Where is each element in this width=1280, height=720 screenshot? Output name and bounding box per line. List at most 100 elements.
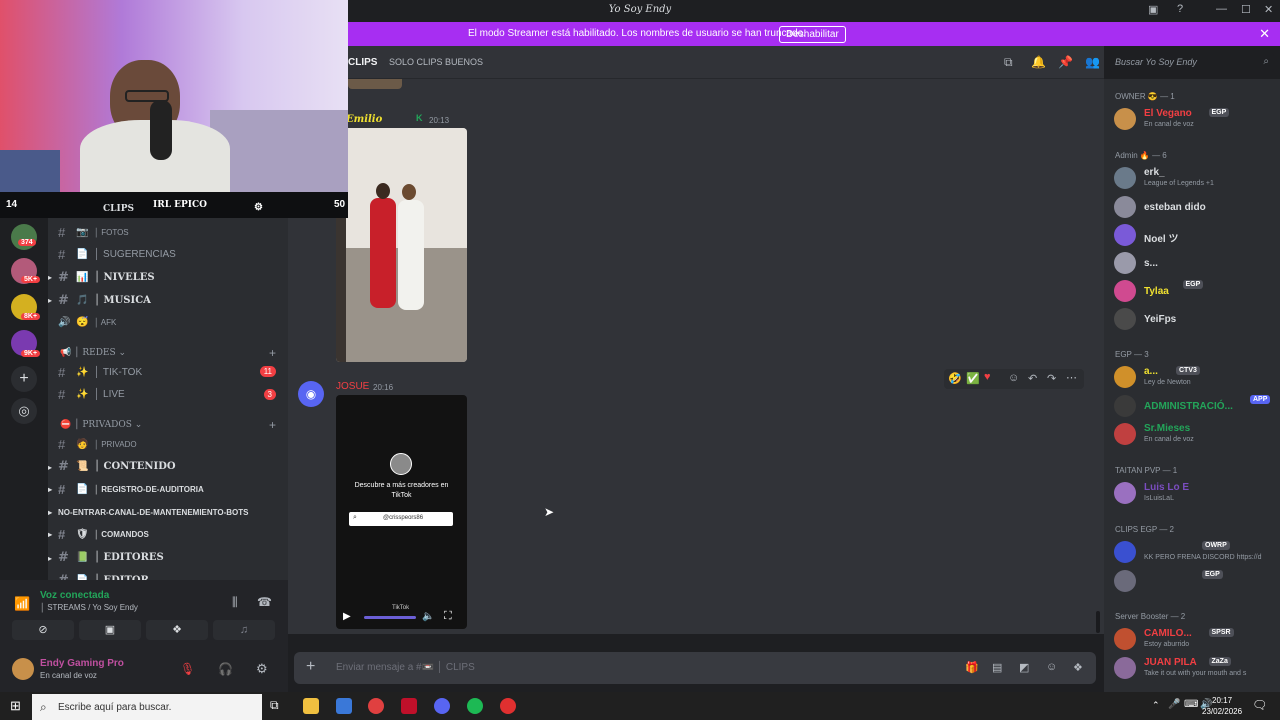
settings-gear-icon[interactable]: ⚙ [256,661,268,677]
forward-icon[interactable]: ↷ [1047,372,1056,385]
channel-item[interactable]: ▸ NO-ENTRAR-CANAL-DE-MANTENEMIENTO-BOTS [48,502,249,522]
clock-time[interactable]: 20:17 [1212,696,1232,705]
chrome-icon[interactable] [368,698,384,714]
member-item[interactable]: Sr.Mieses En canal de voz [1114,421,1278,449]
avatar[interactable] [12,658,34,680]
member-item[interactable]: ADMINISTRACIÓ... APP [1114,393,1278,421]
message-author[interactable]: JOSUE [336,381,369,392]
reply-icon[interactable]: ↶ [1028,372,1037,385]
channel-item[interactable]: # ✨ │ TIK-TOK [58,362,142,382]
channel-item[interactable]: 🔊 😴 │ AFK [58,313,116,333]
photo-attachment[interactable] [336,128,467,362]
camera-off-icon[interactable]: ⊘ [12,620,74,640]
channel-item[interactable]: #📄│ EDITOR [58,570,149,580]
channel-item[interactable]: ▸ # 📊 │ NIVELES [48,267,155,287]
channel-item[interactable]: ▸ # 📄 │ REGISTRO-DE-AUDITORIA [48,479,204,499]
taskbar-search-input[interactable]: Escribe aquí para buscar. [58,702,171,713]
notification-center-icon[interactable]: 🗨 [1252,698,1267,712]
volume-icon[interactable]: 🔈 [422,611,434,622]
reaction-check-icon[interactable]: ✅ [966,372,980,385]
category-redes[interactable]: 📢 │ REDES ⌄ [60,348,126,358]
mic-tray-icon[interactable]: 🎤 [1168,699,1180,710]
threads-icon[interactable]: ⧉ [1004,55,1013,70]
attach-plus-icon[interactable]: + [306,658,315,676]
inbox-icon[interactable]: ▣ [1148,3,1158,16]
clock-date[interactable]: 23/02/2026 [1202,707,1242,716]
member-item[interactable]: EGP [1114,568,1278,596]
fullscreen-icon[interactable]: ⛶ [444,610,452,623]
member-item[interactable]: CAMILO... SPSR Estoy aburrido [1114,626,1278,654]
headphones-deafened-icon[interactable]: 🎧 [218,662,233,676]
add-reaction-icon[interactable]: ☺ [1008,372,1019,384]
pin-icon[interactable]: 📌 [1058,55,1073,69]
member-list-icon[interactable]: 👥 [1085,55,1100,69]
server-icon[interactable] [11,224,37,250]
channel-item[interactable]: # ✨ │ LIVE [58,385,125,405]
noise-suppression-icon[interactable]: ⫼ [232,595,238,610]
close-banner-icon[interactable]: ✕ [1259,26,1270,42]
explore-compass-icon[interactable]: ◎ [11,398,37,424]
screen-share-icon[interactable]: ▣ [79,620,141,640]
channel-item[interactable]: ▸ # 📜 │ CONTENIDO [48,457,176,477]
more-options-icon[interactable]: ⋯ [1066,371,1077,384]
voice-channel[interactable]: │ STREAMS / Yo Soy Endy [40,603,138,612]
spotify-icon[interactable] [467,698,483,714]
obs-icon[interactable] [500,698,516,714]
disconnect-icon[interactable]: ☎ [257,595,272,609]
reaction-heart-icon[interactable]: ♥ [984,371,991,383]
gif-icon[interactable]: ▤ [992,661,1002,674]
member-item[interactable]: OWRP KK PERO FRENA DISCORD https://d [1114,539,1278,567]
expand-arrow-icon[interactable]: ▸ [48,530,52,539]
category-privados[interactable]: ⛔ │ PRIVADOS ⌄ [60,420,142,430]
previous-image-attachment[interactable] [348,79,402,89]
acrobat-icon[interactable] [401,698,417,714]
store-icon[interactable] [336,698,352,714]
gift-icon[interactable]: 🎁 [965,661,979,674]
search-input[interactable]: Buscar Yo Soy Endy [1115,57,1197,67]
message-composer[interactable]: + Enviar mensaje a #📼 │ CLIPS 🎁 ▤ ◩ ☺ ❖ [294,652,1096,684]
member-item[interactable]: esteban dido [1114,194,1278,222]
discord-taskbar-icon[interactable] [434,698,450,714]
channel-item[interactable]: ▸ # 🛡 │ COMANDOS [48,525,149,545]
expand-arrow-icon[interactable]: ▸ [48,508,52,517]
member-item[interactable]: El Vegano EGP En canal de voz [1114,106,1278,134]
notifications-bell-icon[interactable]: 🔔 [1031,55,1046,69]
video-progress-bar[interactable] [364,616,416,619]
taskbar-search[interactable]: ⌕ Escribe aquí para buscar. [32,694,262,720]
tray-chevron-icon[interactable]: ⌃ [1152,700,1160,711]
play-icon[interactable]: ▶ [343,611,351,622]
task-view-icon[interactable]: ⧉ [270,698,279,713]
member-item[interactable]: Noel ツ [1114,222,1278,250]
username[interactable]: Endy Gaming Pro [40,658,124,669]
message-input[interactable]: Enviar mensaje a #📼 │ CLIPS [336,662,475,673]
channel-item[interactable]: # 🧑 │ PRIVADO [58,434,137,454]
channel-item[interactable]: ▸ # 📗 │ EDITORES [48,548,164,568]
member-item[interactable]: YeiFps [1114,306,1278,334]
windows-start-icon[interactable]: ⊞ [10,698,21,714]
reaction-laugh-icon[interactable]: 🤣 [948,372,962,385]
member-item[interactable]: Tylaa EGP [1114,278,1278,306]
file-explorer-icon[interactable] [303,698,319,714]
apps-icon[interactable]: ❖ [1073,661,1083,674]
add-channel-icon[interactable]: + [269,346,276,360]
emoji-icon[interactable]: ☺ [1046,661,1057,673]
minimize-button[interactable]: — [1216,3,1227,15]
message-author[interactable]: Emilio [346,114,382,125]
disable-streamer-button[interactable]: Deshabilitar [779,26,846,43]
member-item[interactable]: erk_ League of Legends +1 [1114,165,1278,193]
member-item[interactable]: s... [1114,250,1278,278]
activities-icon[interactable]: ❖ [146,620,208,640]
tiktok-embed[interactable]: Descubre a más creadores en TikTok ⌕ @cr… [336,395,467,629]
member-item[interactable]: a... CTV3 Ley de Newton [1114,364,1278,392]
expand-arrow-icon[interactable]: ▸ [48,272,52,282]
expand-arrow-icon[interactable]: ▸ [48,295,52,305]
expand-arrow-icon[interactable]: ▸ [48,485,52,494]
maximize-button[interactable]: ☐ [1241,3,1251,16]
scrollbar[interactable] [1096,611,1100,633]
channel-item[interactable]: ▸ # 🎵 │ MUSICA [48,290,151,310]
tiktok-search-box[interactable]: ⌕ @crisspeors86 [349,512,453,526]
add-channel-icon[interactable]: + [269,418,276,432]
expand-arrow-icon[interactable]: ▸ [48,553,52,563]
add-server-icon[interactable]: + [11,366,37,392]
soundboard-icon[interactable]: ♫ [213,620,275,640]
